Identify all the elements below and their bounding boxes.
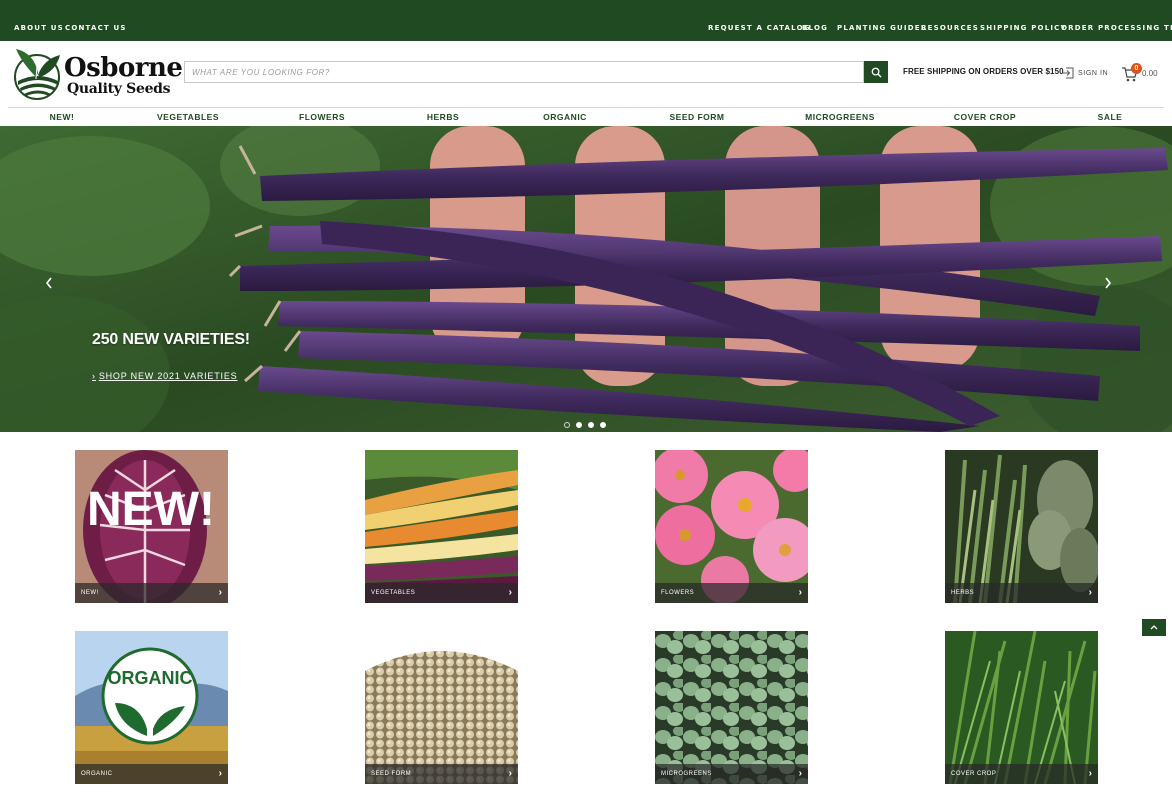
nav-organic[interactable]: ORGANIC — [543, 112, 587, 122]
category-tile-cover-crop[interactable]: COVER CROP › — [945, 631, 1098, 784]
planting-guides-link[interactable]: PLANTING GUIDES — [837, 24, 927, 32]
main-nav: NEW! VEGETABLES FLOWERS HERBS ORGANIC SE… — [8, 107, 1164, 126]
blog-link[interactable]: BLOG — [802, 24, 828, 32]
prev-slide-button[interactable] — [42, 276, 56, 296]
chevron-right-icon — [1105, 277, 1112, 289]
category-tile-seed-form[interactable]: SEED FORM › — [365, 631, 518, 784]
sign-in-link[interactable]: SIGN IN — [1061, 65, 1108, 81]
organic-badge-image: ORGANIC — [75, 631, 228, 784]
category-tile-herbs[interactable]: HERBS › — [945, 450, 1098, 603]
category-tile-vegetables[interactable]: VEGETABLES › — [365, 450, 518, 603]
nav-new[interactable]: NEW! — [50, 112, 75, 122]
nav-sale[interactable]: SALE — [1098, 112, 1123, 122]
cart-count-badge: 0 — [1131, 63, 1142, 74]
tile-label: COVER CROP — [951, 771, 997, 777]
category-tile-microgreens[interactable]: MICROGREENS › — [655, 631, 808, 784]
cart-button[interactable]: 0 0.00 — [1121, 62, 1161, 82]
chevron-right-icon: › — [1088, 587, 1092, 598]
hero-shop-link-label: SHOP NEW 2021 VARIETIES — [98, 371, 238, 381]
tile-label: VEGETABLES — [371, 590, 416, 596]
chevron-right-icon: › — [218, 768, 222, 779]
cart-total: 0.00 — [1142, 69, 1158, 78]
nav-seed-form[interactable]: SEED FORM — [669, 112, 724, 122]
organic-overlay-text: ORGANIC — [108, 668, 193, 688]
sign-in-label: SIGN IN — [1078, 69, 1109, 77]
tile-caption-bar: SEED FORM › — [365, 764, 518, 784]
tile-label: MICROGREENS — [661, 771, 712, 777]
tile-label: SEED FORM — [371, 771, 412, 777]
category-tile-flowers[interactable]: FLOWERS › — [655, 450, 808, 603]
search-input[interactable] — [185, 62, 863, 83]
hero-shop-link[interactable]: › SHOP NEW 2021 VARIETIES — [92, 371, 237, 381]
herbs-image — [945, 450, 1098, 603]
tile-label: ORGANIC — [81, 771, 113, 777]
nav-cover-crop[interactable]: COVER CROP — [954, 112, 1016, 122]
tile-caption-bar: COVER CROP › — [945, 764, 1098, 784]
about-us-link[interactable]: ABOUT US — [14, 24, 64, 32]
sign-in-icon — [1062, 67, 1074, 79]
chevron-right-icon: › — [218, 587, 222, 598]
category-tile-new[interactable]: NEW! NEW! › — [75, 450, 228, 603]
nav-vegetables[interactable]: VEGETABLES — [157, 112, 219, 122]
carousel-dot-3[interactable] — [588, 422, 594, 428]
free-shipping-notice: FREE SHIPPING ON ORDERS OVER $150 — [903, 67, 1064, 76]
chevron-right-icon: › — [1088, 768, 1092, 779]
tile-caption-bar: ORGANIC › — [75, 764, 228, 784]
chevron-right-icon: › — [508, 587, 512, 598]
microgreens-image — [655, 631, 808, 784]
carousel-dot-2[interactable] — [576, 422, 582, 428]
nav-flowers[interactable]: FLOWERS — [299, 112, 345, 122]
chevron-right-icon: › — [798, 768, 802, 779]
carousel-dots — [564, 422, 606, 428]
tile-label: HERBS — [951, 590, 975, 596]
site-header: Osborne Quality Seeds FREE SHIPPING ON O… — [0, 41, 1172, 107]
pelleted-seeds-image — [365, 631, 518, 784]
search-icon — [871, 67, 882, 78]
request-catalog-link[interactable]: REQUEST A CATALOG — [708, 24, 811, 32]
chevron-up-icon — [1150, 625, 1158, 630]
logo-wordmark: Osborne — [64, 53, 183, 83]
back-to-top-button[interactable] — [1142, 619, 1166, 636]
tile-caption-bar: NEW! › — [75, 583, 228, 603]
resources-link[interactable]: RESOURCES — [921, 24, 979, 32]
category-tile-organic[interactable]: ORGANIC ORGANIC › — [75, 631, 228, 784]
carrots-image — [365, 450, 518, 603]
new-overlay-text: NEW! — [87, 483, 215, 536]
chevron-right-icon: › — [798, 587, 802, 598]
site-logo[interactable]: Osborne Quality Seeds — [14, 45, 183, 101]
zinnias-image — [655, 450, 808, 603]
chevron-left-icon — [45, 277, 52, 289]
order-processing-time-link[interactable]: ORDER PROCESSING TIME — [1061, 24, 1172, 32]
tile-caption-bar: VEGETABLES › — [365, 583, 518, 603]
carousel-dot-1[interactable] — [564, 422, 570, 428]
hero-carousel[interactable]: 250 NEW VARIETIES! › SHOP NEW 2021 VARIE… — [0, 126, 1172, 432]
logo-tagline: Quality Seeds — [67, 81, 171, 97]
nav-herbs[interactable]: HERBS — [427, 112, 459, 122]
tile-label: FLOWERS — [661, 590, 695, 596]
tile-caption-bar: FLOWERS › — [655, 583, 808, 603]
shipping-policy-link[interactable]: SHIPPING POLICY — [980, 24, 1067, 32]
contact-us-link[interactable]: CONTACT US — [65, 24, 127, 32]
next-slide-button[interactable] — [1101, 276, 1115, 296]
nav-microgreens[interactable]: MICROGREENS — [805, 112, 875, 122]
hero-purple-beans-image — [0, 126, 1172, 432]
search-button[interactable] — [864, 61, 888, 83]
cover-crop-image — [945, 631, 1098, 784]
hero-title: 250 NEW VARIETIES! — [92, 331, 250, 348]
search-box — [184, 61, 864, 83]
top-utility-bar: ABOUT US CONTACT US REQUEST A CATALOG BL… — [0, 0, 1172, 41]
chevron-right-icon: › — [508, 768, 512, 779]
tile-caption-bar: MICROGREENS › — [655, 764, 808, 784]
carousel-dot-4[interactable] — [600, 422, 606, 428]
logo-emblem-icon — [14, 49, 60, 100]
tile-caption-bar: HERBS › — [945, 583, 1098, 603]
radicchio-image: NEW! — [75, 450, 228, 603]
tile-label: NEW! — [81, 590, 99, 596]
chevron-right-small-icon: › — [92, 371, 96, 381]
